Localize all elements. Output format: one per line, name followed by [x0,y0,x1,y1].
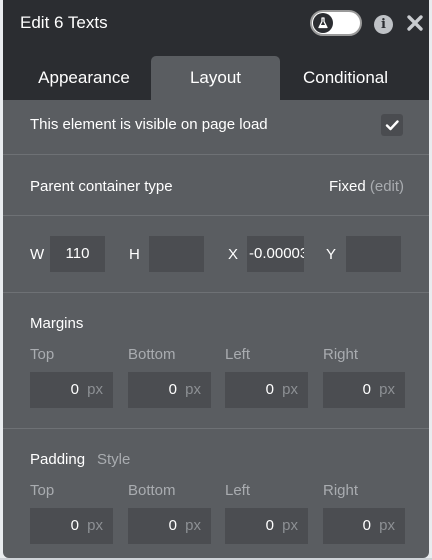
padding-top-label: Top [30,482,55,499]
tab-appearance[interactable]: Appearance [16,56,152,100]
padding-right-unit: px [379,517,395,534]
margin-right-label: Right [323,346,359,363]
container-type-value: Fixed [329,178,366,195]
panel-header: Edit 6 Texts i [3,0,429,48]
padding-style-link[interactable]: Style [97,451,130,468]
padding-left-input[interactable]: 0 px [225,508,308,544]
divider [3,428,429,429]
margin-left-input[interactable]: 0 px [225,372,308,408]
margin-top-value: 0 [70,381,79,398]
padding-top-value: 0 [70,517,79,534]
margin-bottom-input[interactable]: 0 px [128,372,211,408]
margin-top-input[interactable]: 0 px [30,372,113,408]
y-label: Y [326,246,337,263]
margin-right-value: 0 [362,381,371,398]
margin-left-value: 0 [265,381,274,398]
inspector-toggle[interactable] [310,10,362,36]
tab-conditional[interactable]: Conditional [278,56,413,100]
flask-icon [313,13,333,33]
margin-bottom-value: 0 [168,381,177,398]
width-label: W [30,246,45,263]
x-input[interactable]: -0.00003 [247,236,304,272]
parent-container-value[interactable]: Fixed (edit) [329,178,404,195]
padding-top-unit: px [87,517,103,534]
padding-bottom-unit: px [185,517,201,534]
padding-right-value: 0 [362,517,371,534]
margins-title: Margins [30,315,84,332]
margin-right-input[interactable]: 0 px [323,372,405,408]
divider [3,215,429,216]
padding-left-unit: px [282,517,298,534]
padding-left-value: 0 [265,517,274,534]
padding-right-label: Right [323,482,359,499]
visible-on-load-checkbox[interactable] [381,114,403,136]
padding-title: Padding [30,451,86,468]
visible-on-load-label: This element is visible on page load [30,116,268,133]
divider [3,292,429,293]
margin-left-unit: px [282,381,298,398]
tab-layout[interactable]: Layout [151,56,280,100]
parent-container-label: Parent container type [30,178,173,195]
padding-top-input[interactable]: 0 px [30,508,113,544]
margin-left-label: Left [225,346,251,363]
tab-bar: Appearance Layout Conditional [3,48,429,100]
property-editor-panel: Edit 6 Texts i Appearance Layout Conditi… [3,0,429,558]
padding-bottom-value: 0 [168,517,177,534]
margin-top-label: Top [30,346,55,363]
edit-container-link[interactable]: (edit) [370,178,404,195]
padding-bottom-label: Bottom [128,482,176,499]
divider [3,154,429,155]
checkmark-icon [385,120,399,131]
x-label: X [228,246,239,263]
y-input[interactable] [346,236,401,272]
info-icon[interactable]: i [374,15,393,34]
padding-bottom-input[interactable]: 0 px [128,508,211,544]
margin-top-unit: px [87,381,103,398]
height-label: H [129,246,140,263]
panel-title: Edit 6 Texts [20,13,108,32]
margin-bottom-unit: px [185,381,201,398]
padding-right-input[interactable]: 0 px [323,508,405,544]
close-icon[interactable] [405,13,425,33]
height-input[interactable] [149,236,204,272]
margin-right-unit: px [379,381,395,398]
margin-bottom-label: Bottom [128,346,176,363]
padding-left-label: Left [225,482,251,499]
width-input[interactable]: 110 [50,236,105,272]
